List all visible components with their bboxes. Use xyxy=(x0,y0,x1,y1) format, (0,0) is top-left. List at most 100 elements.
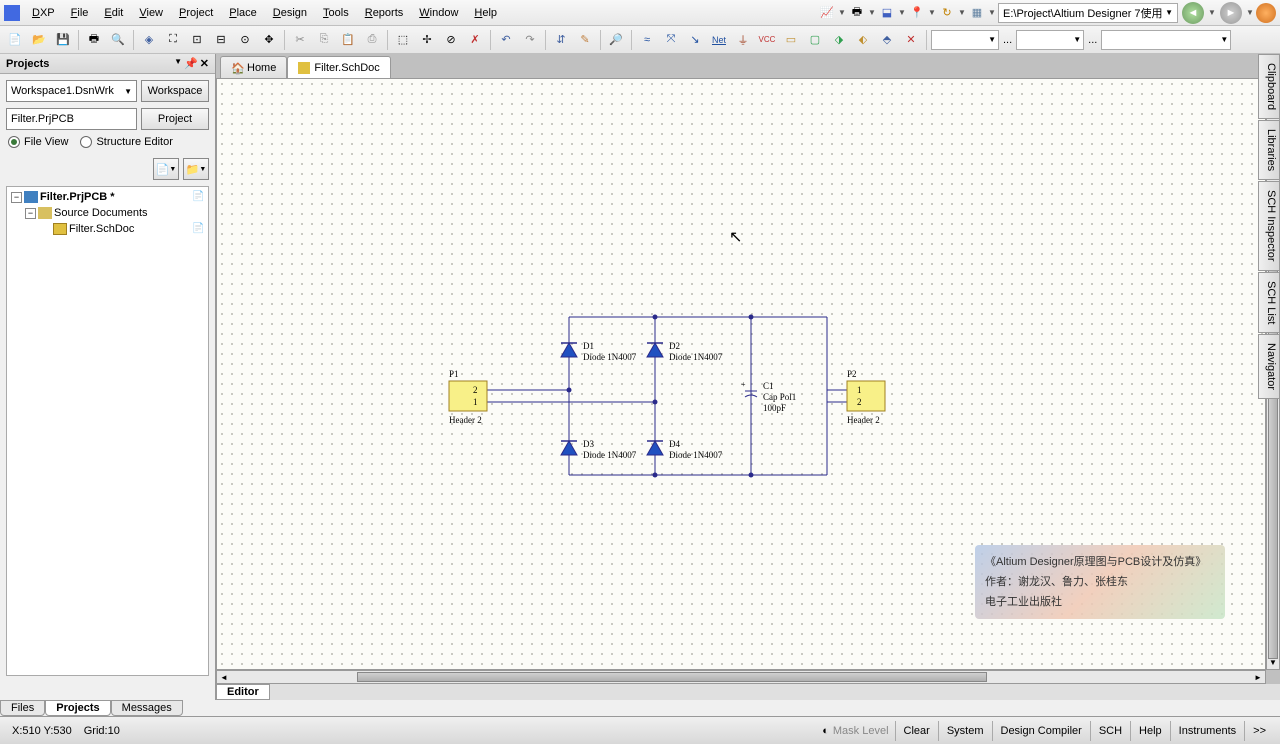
tab-messages[interactable]: Messages xyxy=(111,700,183,716)
project-button[interactable]: Project xyxy=(141,108,209,130)
horizontal-scrollbar[interactable]: ◄ ► xyxy=(216,670,1266,684)
sb-system[interactable]: System xyxy=(938,721,992,741)
refresh-icon[interactable]: ↻ xyxy=(938,4,956,22)
panel-pin-icon[interactable]: 📌 xyxy=(184,57,198,70)
clear-icon[interactable]: ✗ xyxy=(464,29,486,51)
sb-more[interactable]: >> xyxy=(1244,721,1274,741)
sheet-icon[interactable]: ▢ xyxy=(804,29,826,51)
grid-icon[interactable]: ▦ xyxy=(968,4,986,22)
tab-projects[interactable]: Projects xyxy=(45,700,110,716)
mask-icon[interactable]: ◐ xyxy=(822,725,829,737)
hierarchy-icon[interactable]: ⇵ xyxy=(550,29,572,51)
jump2-combo[interactable]: ▼ xyxy=(1016,30,1084,50)
project-field[interactable]: Filter.PrjPCB xyxy=(6,108,137,130)
menu-tools[interactable]: Tools xyxy=(315,3,357,23)
netlabel-icon[interactable]: Net xyxy=(708,29,730,51)
mask-level-label[interactable]: Mask Level xyxy=(833,725,889,737)
zoom-sel-icon[interactable]: ⊟ xyxy=(210,29,232,51)
tab-editor[interactable]: Editor xyxy=(216,684,270,700)
cut-icon[interactable]: ✂ xyxy=(289,29,311,51)
sb-instruments[interactable]: Instruments xyxy=(1170,721,1244,741)
vtab-sch-inspector[interactable]: SCH Inspector xyxy=(1258,181,1280,271)
panel-close-icon[interactable]: ✕ xyxy=(200,57,209,70)
align-icon[interactable]: ⬓ xyxy=(878,4,896,22)
select-rect-icon[interactable]: ⬚ xyxy=(392,29,414,51)
redo-icon[interactable]: ↷ xyxy=(519,29,541,51)
zoom-point-icon[interactable]: ⊙ xyxy=(234,29,256,51)
menu-view[interactable]: View xyxy=(131,3,171,23)
undo-icon[interactable]: ↶ xyxy=(495,29,517,51)
menu-help[interactable]: Help xyxy=(466,3,505,23)
find-icon[interactable]: 🔎 xyxy=(605,29,627,51)
menu-reports[interactable]: Reports xyxy=(357,3,412,23)
workspace-combo[interactable]: Workspace1.DsnWrk▼ xyxy=(6,80,137,102)
menu-place[interactable]: Place xyxy=(221,3,265,23)
move-icon[interactable]: ✢ xyxy=(416,29,438,51)
busentry-icon[interactable]: ↘ xyxy=(684,29,706,51)
harness-icon[interactable]: ⬘ xyxy=(876,29,898,51)
sb-design-compiler[interactable]: Design Compiler xyxy=(992,721,1090,741)
print-icon[interactable]: 🖶 xyxy=(848,4,866,22)
nav-forward-button[interactable]: ► xyxy=(1220,2,1242,24)
chart-icon[interactable]: 📈 xyxy=(818,4,836,22)
tree-doc-node[interactable]: Filter.SchDoc 📄 xyxy=(9,221,206,237)
vtab-libraries[interactable]: Libraries xyxy=(1258,120,1280,180)
paste-icon[interactable]: 📋 xyxy=(337,29,359,51)
zoom-fit-icon[interactable]: ⛶ xyxy=(162,29,184,51)
menu-design[interactable]: Design xyxy=(265,3,315,23)
schematic-canvas[interactable]: 2 1 P1 Header 2 1 2 P2 Header 2 D1 Diode… xyxy=(217,79,1265,669)
deselect-icon[interactable]: ⊘ xyxy=(440,29,462,51)
vtab-navigator[interactable]: Navigator xyxy=(1258,334,1280,399)
vtab-sch-list[interactable]: SCH List xyxy=(1258,272,1280,333)
menu-edit[interactable]: Edit xyxy=(96,3,131,23)
sheetentry-icon[interactable]: ⬗ xyxy=(828,29,850,51)
panel-menu-icon[interactable]: ▼ xyxy=(174,57,182,70)
preview-icon[interactable]: 🔍 xyxy=(107,29,129,51)
tree-folder-node[interactable]: − Source Documents xyxy=(9,205,206,221)
sb-sch[interactable]: SCH xyxy=(1090,721,1130,741)
stamp-icon[interactable]: ⎙ xyxy=(361,29,383,51)
scroll-left-icon[interactable]: ◄ xyxy=(217,671,231,683)
gnd-icon[interactable]: ⏚ xyxy=(732,29,754,51)
path-field[interactable]: E:\Project\Altium Designer 7使用▼ xyxy=(998,3,1178,23)
edit-icon[interactable]: ✎ xyxy=(574,29,596,51)
radio-file-view[interactable]: File View xyxy=(8,136,68,148)
wire-icon[interactable]: ≈ xyxy=(636,29,658,51)
menu-dxp[interactable]: DXP xyxy=(24,3,63,23)
zoom-area-icon[interactable]: ⊡ xyxy=(186,29,208,51)
nav-back-button[interactable]: ◄ xyxy=(1182,2,1204,24)
save-icon[interactable]: 💾 xyxy=(52,29,74,51)
workspace-button[interactable]: Workspace xyxy=(141,80,209,102)
radio-structure-editor[interactable]: Structure Editor xyxy=(80,136,172,148)
hscroll-thumb[interactable] xyxy=(357,672,987,682)
tree-tool2-button[interactable]: 📁▼ xyxy=(183,158,209,180)
collapse-icon-2[interactable]: − xyxy=(25,208,36,219)
jump-combo[interactable]: ▼ xyxy=(931,30,999,50)
clear-button[interactable]: Clear xyxy=(895,721,938,741)
jump3-combo[interactable]: ▼ xyxy=(1101,30,1231,50)
new-icon[interactable]: 📄 xyxy=(4,29,26,51)
pan-icon[interactable]: ✥ xyxy=(258,29,280,51)
open-icon[interactable]: 📂 xyxy=(28,29,50,51)
tree-project-node[interactable]: − Filter.PrjPCB * 📄 xyxy=(9,189,206,205)
project-tree[interactable]: − Filter.PrjPCB * 📄 − Source Documents F… xyxy=(6,186,209,676)
pin-icon[interactable]: 📍 xyxy=(908,4,926,22)
menu-file[interactable]: File xyxy=(63,3,97,23)
port-icon[interactable]: ⬖ xyxy=(852,29,874,51)
home-button[interactable] xyxy=(1256,3,1276,23)
copy-icon[interactable]: ⎘ xyxy=(313,29,335,51)
tab-files[interactable]: Files xyxy=(0,700,45,716)
menu-window[interactable]: Window xyxy=(411,3,466,23)
print2-icon[interactable]: 🖶 xyxy=(83,29,105,51)
sb-help[interactable]: Help xyxy=(1130,721,1170,741)
noERC-icon[interactable]: ✕ xyxy=(900,29,922,51)
vtab-clipboard[interactable]: Clipboard xyxy=(1258,54,1280,119)
menu-project[interactable]: Project xyxy=(171,3,221,23)
tree-tool1-button[interactable]: 📄▼ xyxy=(153,158,179,180)
tab-filter-schdoc[interactable]: Filter.SchDoc xyxy=(287,56,390,78)
layers-icon[interactable]: ◈ xyxy=(138,29,160,51)
bus-icon[interactable]: ⤧ xyxy=(660,29,682,51)
tab-home[interactable]: 🏠 Home xyxy=(220,56,287,78)
part-icon[interactable]: ▭ xyxy=(780,29,802,51)
collapse-icon[interactable]: − xyxy=(11,192,22,203)
